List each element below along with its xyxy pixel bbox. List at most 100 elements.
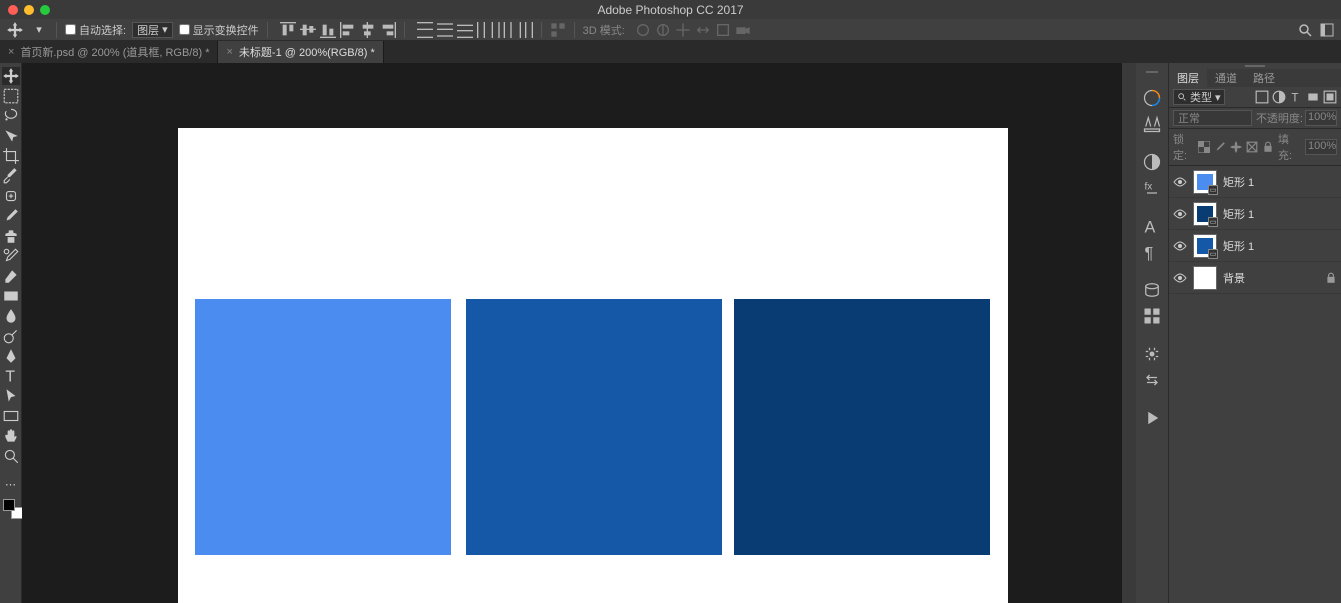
distribute-vcenter-icon[interactable] xyxy=(437,22,453,38)
color-swatches[interactable] xyxy=(3,499,19,515)
play-panel-icon[interactable] xyxy=(1142,408,1162,428)
layer-name[interactable]: 背景 xyxy=(1223,270,1245,286)
lock-transparent-icon[interactable] xyxy=(1198,141,1210,153)
edit-toolbar-icon[interactable]: ⋯ xyxy=(2,475,20,493)
tab-channels[interactable]: 通道 xyxy=(1207,69,1245,87)
visibility-toggle-icon[interactable] xyxy=(1173,239,1187,253)
filter-type-icon[interactable]: T xyxy=(1289,90,1303,104)
move-tool[interactable] xyxy=(2,67,20,85)
eraser-tool[interactable] xyxy=(2,267,20,285)
layer-name[interactable]: 矩形 1 xyxy=(1223,206,1254,222)
document-tab[interactable]: × 首页新.psd @ 200% (道具框, RGB/8) * xyxy=(0,41,218,63)
align-left-icon[interactable] xyxy=(340,22,356,38)
orbit-3d-icon[interactable] xyxy=(635,22,651,38)
rectangle-shape[interactable] xyxy=(734,299,990,555)
lock-icon[interactable] xyxy=(1325,272,1337,284)
auto-select-target[interactable]: 图层 ▾ xyxy=(132,22,173,38)
visibility-toggle-icon[interactable] xyxy=(1173,175,1187,189)
layer-thumbnail[interactable]: ▭ xyxy=(1193,234,1217,258)
tab-layers[interactable]: 图层 xyxy=(1169,69,1207,87)
layer-thumbnail[interactable]: ▭ xyxy=(1193,202,1217,226)
character-panel-icon[interactable]: A xyxy=(1142,216,1162,236)
layer-name[interactable]: 矩形 1 xyxy=(1223,238,1254,254)
layer-row[interactable]: ▭ 矩形 1 xyxy=(1169,230,1341,262)
gradient-tool[interactable] xyxy=(2,287,20,305)
scale-3d-icon[interactable] xyxy=(715,22,731,38)
brush-tool[interactable] xyxy=(2,207,20,225)
rectangle-shape[interactable] xyxy=(195,299,451,555)
lock-position-icon[interactable] xyxy=(1230,141,1242,153)
libraries-panel-icon[interactable] xyxy=(1142,280,1162,300)
layer-name[interactable]: 矩形 1 xyxy=(1223,174,1254,190)
layer-row[interactable]: ▭ 矩形 1 xyxy=(1169,166,1341,198)
fill-input[interactable]: 100% xyxy=(1305,139,1337,155)
styles-panel-icon[interactable]: fx xyxy=(1142,178,1162,198)
align-bottom-icon[interactable] xyxy=(320,22,336,38)
zoom-tool[interactable] xyxy=(2,447,20,465)
foreground-color-swatch[interactable] xyxy=(3,499,15,511)
close-tab-icon[interactable]: × xyxy=(8,46,14,58)
visibility-toggle-icon[interactable] xyxy=(1173,207,1187,221)
filter-type-select[interactable]: 类型 ▾ xyxy=(1173,89,1225,105)
workspace-switcher-icon[interactable] xyxy=(1319,22,1335,38)
filter-shape-icon[interactable] xyxy=(1306,90,1320,104)
crop-tool[interactable] xyxy=(2,147,20,165)
panel-drag-handle[interactable] xyxy=(1142,71,1162,74)
pen-tool[interactable] xyxy=(2,347,20,365)
blend-mode-select[interactable]: 正常 xyxy=(1173,110,1252,126)
distribute-right-icon[interactable] xyxy=(517,22,533,38)
layer-thumbnail[interactable] xyxy=(1193,266,1217,290)
distribute-top-icon[interactable] xyxy=(417,22,433,38)
tab-paths[interactable]: 路径 xyxy=(1245,69,1283,87)
pan-3d-icon[interactable] xyxy=(675,22,691,38)
blur-tool[interactable] xyxy=(2,307,20,325)
lock-artboard-icon[interactable] xyxy=(1246,141,1258,153)
eyedropper-tool[interactable] xyxy=(2,167,20,185)
filter-smart-icon[interactable] xyxy=(1323,90,1337,104)
rectangle-tool[interactable] xyxy=(2,407,20,425)
minimize-window-button[interactable] xyxy=(24,5,34,15)
canvas[interactable] xyxy=(178,128,1008,603)
document-tab[interactable]: × 未标题-1 @ 200%(RGB/8) * xyxy=(218,41,383,63)
maximize-window-button[interactable] xyxy=(40,5,50,15)
align-vcenter-icon[interactable] xyxy=(300,22,316,38)
align-hcenter-icon[interactable] xyxy=(360,22,376,38)
distribute-bottom-icon[interactable] xyxy=(457,22,473,38)
layer-thumbnail[interactable]: ▭ xyxy=(1193,170,1217,194)
distribute-left-icon[interactable] xyxy=(477,22,493,38)
move-tool-indicator[interactable] xyxy=(6,21,24,39)
lock-all-icon[interactable] xyxy=(1262,141,1274,153)
history-panel-icon[interactable] xyxy=(1142,344,1162,364)
healing-tool[interactable] xyxy=(2,187,20,205)
close-window-button[interactable] xyxy=(8,5,18,15)
canvas-viewport[interactable] xyxy=(22,63,1122,603)
paragraph-panel-icon[interactable]: ¶ xyxy=(1142,242,1162,262)
actions-panel-icon[interactable] xyxy=(1142,370,1162,390)
opacity-input[interactable]: 100% xyxy=(1305,110,1337,126)
dodge-tool[interactable] xyxy=(2,327,20,345)
adjustments-panel-icon[interactable] xyxy=(1142,152,1162,172)
lock-image-icon[interactable] xyxy=(1214,141,1226,153)
slide-3d-icon[interactable] xyxy=(695,22,711,38)
swatches-panel-icon[interactable] xyxy=(1142,114,1162,134)
hand-tool[interactable] xyxy=(2,427,20,445)
auto-align-icon[interactable] xyxy=(550,22,566,38)
visibility-toggle-icon[interactable] xyxy=(1173,271,1187,285)
close-tab-icon[interactable]: × xyxy=(226,46,232,58)
align-right-icon[interactable] xyxy=(380,22,396,38)
vertical-scrollbar[interactable] xyxy=(1122,63,1136,603)
path-select-tool[interactable] xyxy=(2,387,20,405)
distribute-hcenter-icon[interactable] xyxy=(497,22,513,38)
type-tool[interactable]: T xyxy=(2,367,20,385)
search-icon[interactable] xyxy=(1297,22,1313,38)
align-top-icon[interactable] xyxy=(280,22,296,38)
color-panel-icon[interactable] xyxy=(1142,88,1162,108)
roll-3d-icon[interactable] xyxy=(655,22,671,38)
filter-pixel-icon[interactable] xyxy=(1255,90,1269,104)
marquee-tool[interactable] xyxy=(2,87,20,105)
layer-row[interactable]: 背景 xyxy=(1169,262,1341,294)
auto-select-checkbox[interactable]: 自动选择: xyxy=(65,22,126,38)
clone-stamp-tool[interactable] xyxy=(2,227,20,245)
tool-preset-dropdown[interactable]: ▾ xyxy=(30,21,48,39)
filter-adjustment-icon[interactable] xyxy=(1272,90,1286,104)
